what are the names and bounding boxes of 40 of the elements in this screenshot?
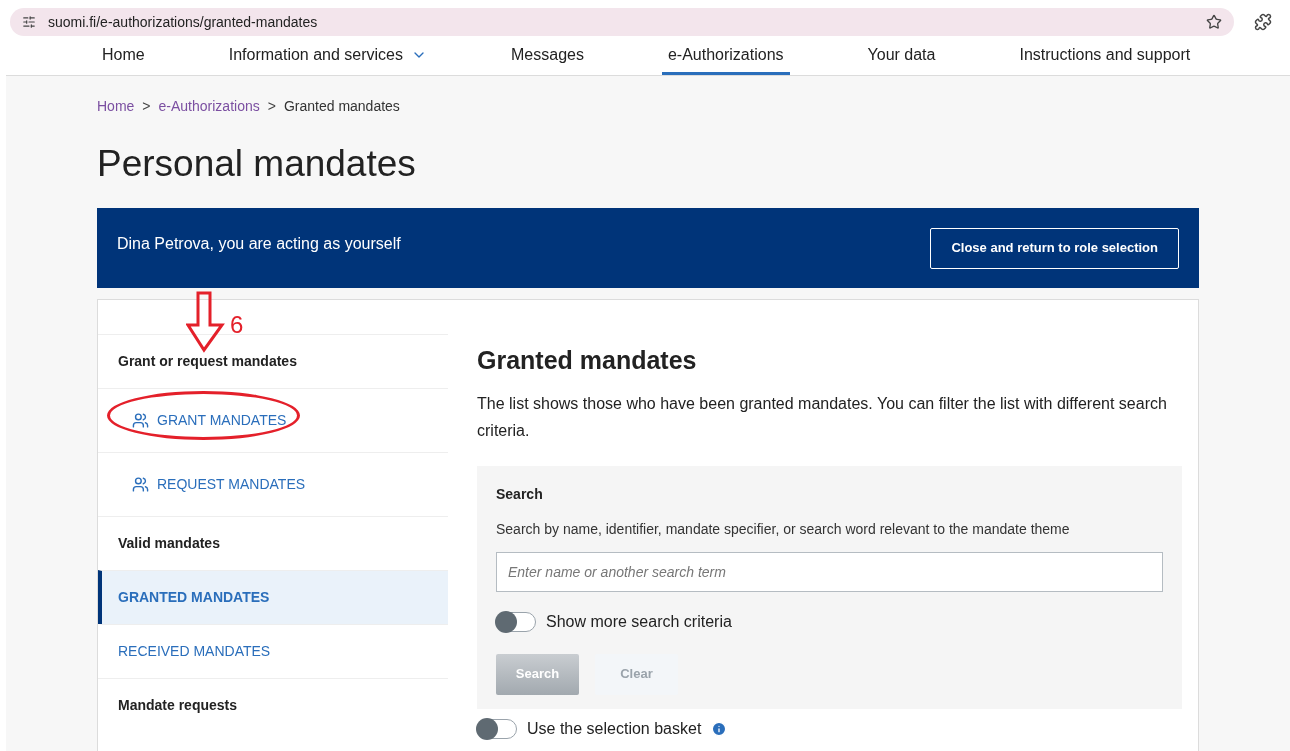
sidebar-link[interactable]: GRANTED MANDATES [98, 570, 448, 624]
sidebar-action-link[interactable]: REQUEST MANDATES [132, 474, 306, 495]
toggle-switch[interactable] [477, 718, 517, 739]
people-icon [132, 476, 149, 493]
sidebar-heading: Grant or request mandates [118, 352, 297, 371]
url-text: suomi.fi/e-authorizations/granted-mandates [48, 12, 318, 32]
site-settings-icon[interactable] [22, 15, 36, 29]
breadcrumb-link[interactable]: e-Authorizations [158, 96, 260, 117]
search-title: Search [496, 484, 544, 504]
nav-tab[interactable]: Information and services [222, 44, 433, 75]
breadcrumb-separator: > [142, 97, 151, 116]
sidebar-heading: Valid mandates [118, 534, 220, 553]
breadcrumb-separator: > [267, 97, 276, 116]
nav-tab[interactable]: Your data [861, 44, 942, 75]
breadcrumb-link[interactable]: Home [97, 96, 135, 117]
search-hint: Search by name, identifier, mandate specifier, or search word relevant to the mandate theme [496, 519, 1071, 539]
toggle-switch[interactable] [496, 611, 536, 632]
nav-tab[interactable]: Home [96, 44, 151, 75]
bookmark-star-icon[interactable] [1206, 14, 1222, 30]
sidebar-link[interactable]: RECEIVED MANDATES [98, 624, 448, 678]
info-icon[interactable] [711, 720, 728, 737]
toggle-label: Show more search criteria [546, 611, 732, 632]
nav-tab[interactable]: Messages [505, 44, 590, 75]
search-field[interactable]: Enter name or another search term [496, 551, 1163, 592]
banner-text: Dina Petrova, you are acting as yourself [117, 234, 401, 254]
close-role-button[interactable]: Close and return to role selection [930, 227, 1179, 269]
nav-tab[interactable]: Instructions and support [1013, 44, 1197, 75]
sidebar-action-link[interactable]: GRANT MANDATES [132, 410, 287, 431]
nav-tab[interactable]: e-Authorizations [661, 44, 790, 75]
annotation-arrow [186, 291, 226, 353]
breadcrumb-current: Granted mandates [283, 97, 400, 116]
extensions-icon[interactable] [1254, 13, 1272, 31]
page-title: Personal mandates [96, 142, 417, 186]
address-bar[interactable]: suomi.fi/e-authorizations/granted-mandates [10, 8, 1234, 36]
toggle-label: Use the selection basket [527, 718, 702, 739]
annotation-number: 6 [230, 310, 244, 340]
section-description: The list shows those who have been granted mandates. You can filter the list with different search criteria. [477, 393, 1168, 441]
people-icon [132, 412, 149, 429]
section-title: Granted mandates [477, 345, 698, 376]
sidebar-heading: Mandate requests [118, 696, 238, 715]
